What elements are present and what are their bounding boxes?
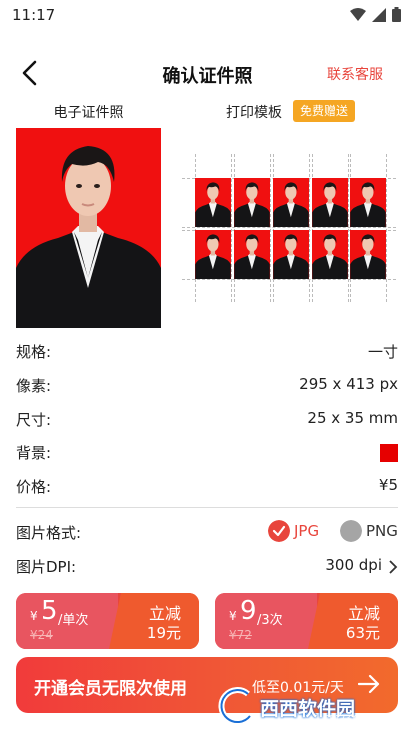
image-format-row: 图片格式: JPG PNG bbox=[16, 520, 398, 546]
wifi-icon bbox=[350, 7, 366, 21]
card-currency: ¥ bbox=[30, 609, 38, 623]
spec-row: 规格: 一寸 bbox=[16, 341, 398, 365]
card-unit: /3次 bbox=[257, 613, 283, 628]
card-currency: ¥ bbox=[229, 609, 237, 623]
image-dpi-value: 300 dpi bbox=[325, 556, 382, 574]
format-png-label: PNG bbox=[366, 522, 398, 540]
status-icons bbox=[350, 7, 401, 22]
spec-label: 像素: bbox=[16, 377, 52, 395]
site-watermark: 西西软件园 CR173.COM bbox=[218, 686, 398, 726]
spec-value: 一寸 bbox=[367, 343, 398, 361]
template-photo-thumbnail bbox=[273, 178, 309, 227]
vip-title: 开通会员无限次使用 bbox=[34, 679, 187, 699]
card-price: 5 bbox=[41, 596, 58, 626]
spec-value: ¥5 bbox=[378, 476, 398, 494]
template-photo-thumbnail bbox=[312, 178, 348, 227]
background-color-swatch bbox=[380, 444, 398, 462]
nav-bar: 确认证件照 联系客服 bbox=[0, 52, 415, 96]
template-photo-thumbnail bbox=[234, 230, 270, 279]
signal-icon bbox=[372, 7, 386, 22]
print-template-preview bbox=[182, 154, 396, 302]
card-original-price: ¥24 bbox=[30, 628, 53, 642]
free-gift-badge: 免费赠送 bbox=[293, 100, 355, 122]
spec-row: 尺寸: 25 x 35 mm bbox=[16, 409, 398, 433]
spec-label: 规格: bbox=[16, 343, 52, 361]
unchecked-radio-icon bbox=[340, 520, 362, 542]
triple-purchase-card[interactable]: ¥ 9 /3次 ¥72 立减 63元 bbox=[215, 593, 398, 649]
image-format-label: 图片格式: bbox=[16, 524, 82, 542]
status-bar: 11:17 bbox=[0, 0, 415, 30]
template-photo-thumbnail bbox=[195, 178, 231, 227]
card-unit: /单次 bbox=[58, 613, 89, 628]
checked-radio-icon bbox=[268, 520, 290, 542]
id-photo-preview bbox=[16, 128, 161, 328]
spec-value: 295 x 413 px bbox=[299, 375, 398, 393]
card-discount-label: 立减 bbox=[347, 604, 380, 623]
format-option-jpg[interactable]: JPG bbox=[268, 520, 319, 542]
spec-row: 背景: bbox=[16, 442, 398, 466]
cut-guide-line bbox=[182, 227, 396, 228]
status-time: 11:17 bbox=[12, 6, 56, 24]
portrait-image bbox=[16, 146, 161, 328]
spec-value: 25 x 35 mm bbox=[307, 409, 398, 427]
single-purchase-card[interactable]: ¥ 5 /单次 ¥24 立减 19元 bbox=[16, 593, 199, 649]
spec-row: 价格: ¥5 bbox=[16, 476, 398, 500]
spec-label: 价格: bbox=[16, 478, 52, 496]
watermark-subtext: CR173.COM bbox=[324, 714, 372, 723]
spec-label: 尺寸: bbox=[16, 411, 52, 429]
spec-row: 像素: 295 x 413 px bbox=[16, 375, 398, 399]
spec-label: 背景: bbox=[16, 444, 52, 462]
card-price: 9 bbox=[240, 596, 257, 626]
card-discount-amount: 19元 bbox=[146, 624, 181, 642]
card-discount-label: 立减 bbox=[148, 604, 181, 623]
template-photo-thumbnail bbox=[350, 230, 386, 279]
divider bbox=[16, 507, 398, 508]
card-original-price: ¥72 bbox=[229, 628, 252, 642]
format-jpg-label: JPG bbox=[294, 522, 320, 540]
watermark-logo-icon bbox=[218, 687, 253, 726]
template-photo-thumbnail bbox=[234, 178, 270, 227]
template-photo-thumbnail bbox=[195, 230, 231, 279]
format-option-png[interactable]: PNG bbox=[340, 520, 398, 542]
template-photo-thumbnail bbox=[312, 230, 348, 279]
battery-icon bbox=[392, 7, 401, 22]
card-discount-amount: 63元 bbox=[345, 624, 380, 642]
template-photo-thumbnail bbox=[350, 178, 386, 227]
contact-service-link[interactable]: 联系客服 bbox=[327, 64, 383, 84]
cut-guide-line bbox=[182, 279, 396, 280]
print-template-label: 打印模板 bbox=[226, 105, 282, 121]
template-photo-thumbnail bbox=[273, 230, 309, 279]
image-dpi-row[interactable]: 图片DPI: 300 dpi bbox=[16, 556, 398, 580]
chevron-right-icon bbox=[389, 560, 398, 574]
electronic-photo-label: 电子证件照 bbox=[53, 105, 124, 121]
image-dpi-label: 图片DPI: bbox=[16, 558, 77, 576]
